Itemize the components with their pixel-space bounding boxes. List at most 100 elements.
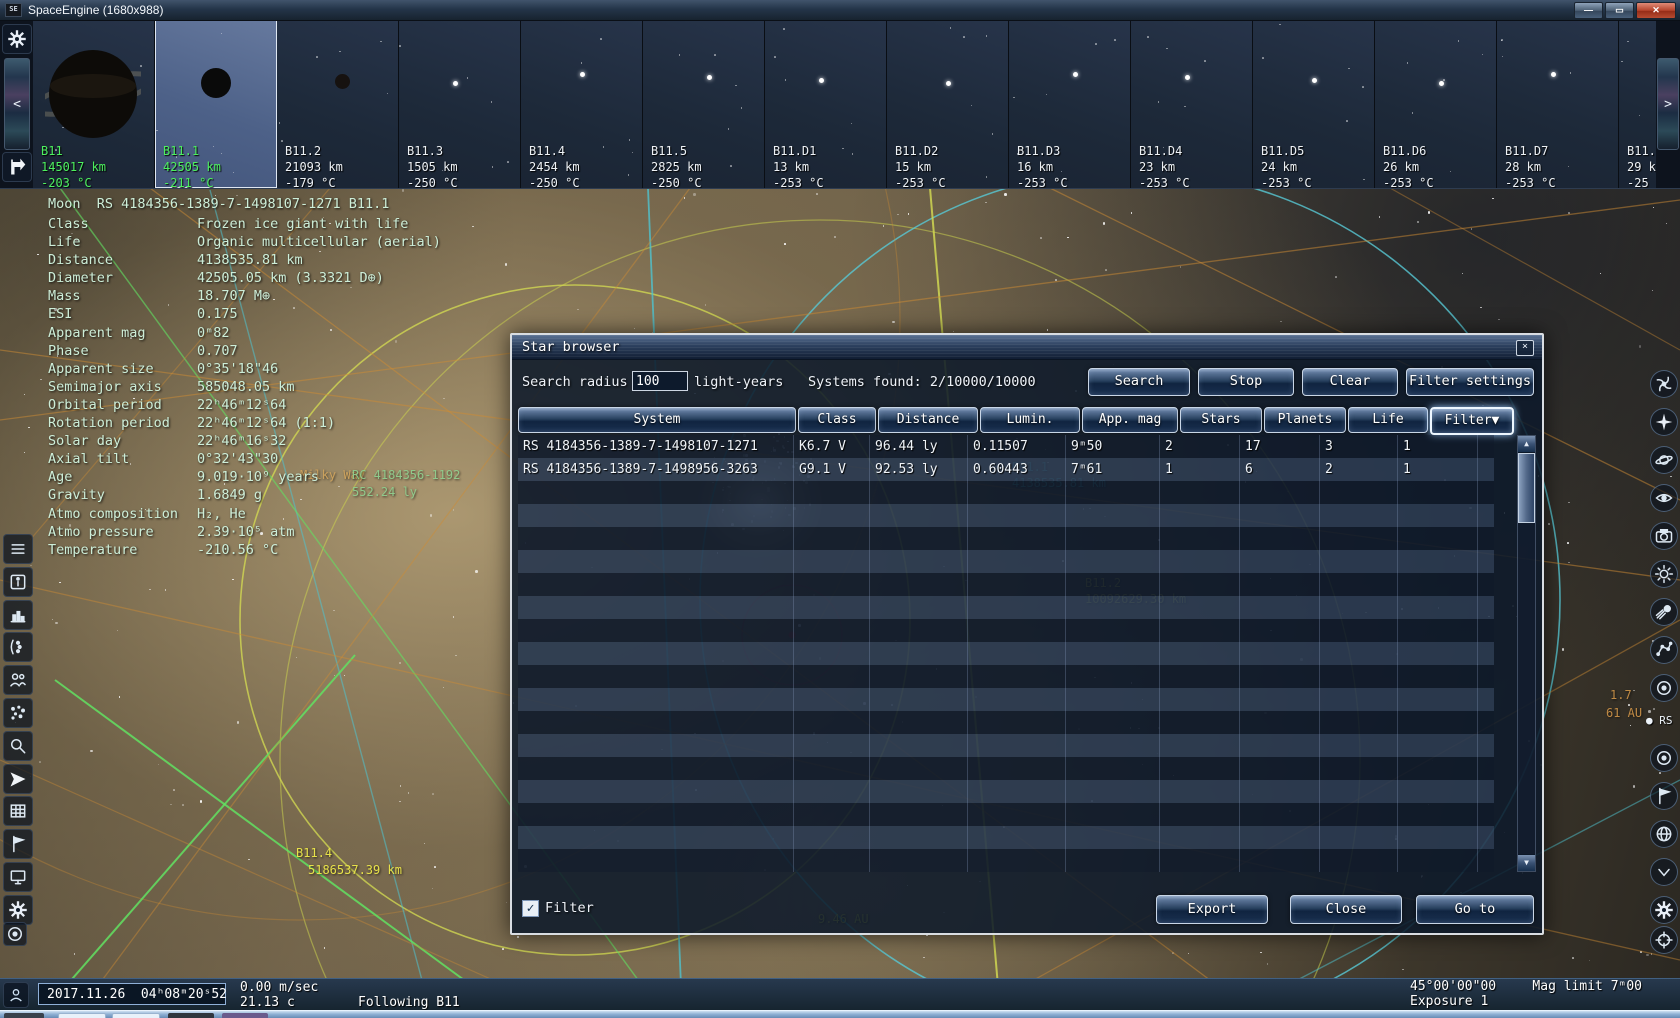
table-row-empty[interactable] [518, 665, 1494, 688]
windows-taskbar[interactable] [0, 1010, 1680, 1018]
search-radius-input[interactable] [632, 371, 688, 391]
globe-button[interactable] [1650, 820, 1678, 848]
minimize-button[interactable]: — [1574, 2, 1603, 19]
stop-button[interactable]: Stop [1198, 368, 1294, 396]
carousel-tile-B11.D7[interactable]: B11.D7 28 km -253 °C [1497, 20, 1619, 188]
flag-button[interactable] [1650, 782, 1678, 810]
table-button[interactable] [3, 796, 33, 826]
close-button[interactable]: ✕ [1636, 2, 1676, 19]
column-header-class[interactable]: Class [798, 407, 876, 433]
table-row-empty[interactable] [518, 619, 1494, 642]
sun-button[interactable] [1650, 560, 1678, 588]
taskbar-item[interactable] [222, 1013, 268, 1018]
table-row-empty[interactable] [518, 757, 1494, 780]
column-header-lumin[interactable]: Lumin. [980, 407, 1080, 433]
table-row-empty[interactable] [518, 504, 1494, 527]
info-button[interactable] [3, 567, 33, 597]
saturn-button[interactable] [1650, 446, 1678, 474]
taskbar-item[interactable] [112, 1013, 160, 1018]
table-row-empty[interactable] [518, 803, 1494, 826]
circledot-button[interactable] [1650, 674, 1678, 702]
filter-settings-button[interactable]: Filter settings [1406, 368, 1534, 396]
carousel-tile-B11.D1[interactable]: B11.D1 13 km -253 °C [765, 20, 887, 188]
search-button[interactable] [3, 731, 33, 761]
table-row-empty[interactable] [518, 573, 1494, 596]
galaxy-button[interactable] [1650, 370, 1678, 398]
carousel-tile-B11.D5[interactable]: B11.D5 24 km -253 °C [1253, 20, 1375, 188]
star4-button[interactable] [1650, 408, 1678, 436]
table-row-system[interactable]: RS 4184356-1389-7-1498107-1271 K6.7 V 96.4… [518, 435, 1494, 458]
datetime-field[interactable]: 2017.11.26 04ʰ08ᵐ20ˢ52 [38, 983, 226, 1005]
carousel-tile-B11.2[interactable]: B11.2 21093 km -179 °C [277, 20, 399, 188]
gear-button[interactable] [3, 895, 33, 925]
carousel-tile-B11.1[interactable]: B11.1 42505 km -211 °C [155, 20, 277, 188]
taskbar-item[interactable] [168, 1013, 214, 1018]
crosshair-button[interactable] [1650, 926, 1678, 954]
table-row-empty[interactable] [518, 734, 1494, 757]
export-button[interactable]: Export [1156, 895, 1268, 924]
people-button[interactable] [3, 665, 33, 695]
column-header-appmag[interactable]: App. mag [1082, 407, 1178, 433]
maximize-button[interactable]: ▭ [1605, 2, 1634, 19]
table-row-system[interactable]: RS 4184356-1389-7-1498956-3263 G9.1 V 92.5… [518, 458, 1494, 481]
chart-button[interactable] [3, 600, 33, 630]
constellation-button[interactable] [1650, 636, 1678, 664]
table-row-empty[interactable] [518, 481, 1494, 504]
comet-button[interactable] [1650, 598, 1678, 626]
eye-button[interactable] [1650, 484, 1678, 512]
go-to-button[interactable]: Go to [1416, 895, 1534, 924]
table-row-empty[interactable] [518, 711, 1494, 734]
center-selection-button[interactable] [3, 922, 27, 946]
carousel-tile-B11.5[interactable]: B11.5 2825 km -250 °C [643, 20, 765, 188]
clear-button[interactable]: Clear [1302, 368, 1398, 396]
rocket-button[interactable] [3, 764, 33, 794]
carousel-prev-button[interactable]: < [4, 58, 30, 150]
orbit-button[interactable] [3, 632, 33, 662]
rs-stars-toggle[interactable]: ● RS [1646, 714, 1673, 727]
table-row-empty[interactable] [518, 849, 1494, 872]
table-row-empty[interactable] [518, 780, 1494, 803]
carousel-tile-B11.D4[interactable]: B11.D4 23 km -253 °C [1131, 20, 1253, 188]
start-button[interactable] [4, 1013, 44, 1018]
column-header-distance[interactable]: Distance [878, 407, 978, 433]
camera-button[interactable] [1650, 522, 1678, 550]
carousel-tile-B11.4[interactable]: B11.4 2454 km -250 °C [521, 20, 643, 188]
column-header-life[interactable]: Life [1348, 407, 1428, 433]
taskbar-item[interactable] [58, 1013, 106, 1018]
table-scrollbar[interactable]: ▲ ▼ [1517, 435, 1536, 872]
search-button[interactable]: Search [1088, 368, 1190, 396]
dialog-close-icon[interactable]: × [1516, 340, 1534, 356]
table-row-empty[interactable] [518, 550, 1494, 573]
column-header-filter[interactable]: Filter▼ [1430, 407, 1514, 435]
scroll-down-icon[interactable]: ▼ [1518, 854, 1535, 871]
filter-checkbox[interactable]: ✓ [522, 900, 539, 917]
carousel-tile-B11.D3[interactable]: B11.D3 16 km -253 °C [1009, 20, 1131, 188]
display-button[interactable] [3, 862, 33, 892]
table-row-empty[interactable] [518, 527, 1494, 550]
user-icon[interactable] [3, 982, 29, 1008]
flag-button[interactable] [3, 829, 33, 859]
menu-button[interactable] [3, 534, 33, 564]
scroll-up-icon[interactable]: ▲ [1518, 436, 1535, 453]
gear-button[interactable] [1650, 896, 1678, 924]
carousel-tile-B11.D6[interactable]: B11.D6 26 km -253 °C [1375, 20, 1497, 188]
window-titlebar[interactable]: SE SpaceEngine (1680x988) — ▭ ✕ [0, 0, 1680, 21]
back-undo-button[interactable] [2, 152, 32, 182]
dialog-titlebar[interactable]: Star browser × [512, 335, 1542, 360]
table-row-empty[interactable] [518, 688, 1494, 711]
table-row-empty[interactable] [518, 596, 1494, 619]
column-header-stars[interactable]: Stars [1180, 407, 1262, 433]
carousel-tile-B11[interactable]: B11 145017 km -203 °C [33, 20, 155, 188]
stars-button[interactable] [3, 698, 33, 728]
carousel-tile-B11.D2[interactable]: B11.D2 15 km -253 °C [887, 20, 1009, 188]
circledot-button[interactable] [1650, 744, 1678, 772]
arrowdown-button[interactable] [1650, 858, 1678, 886]
table-row-empty[interactable] [518, 642, 1494, 665]
carousel-tile-B11.3[interactable]: B11.3 1505 km -250 °C [399, 20, 521, 188]
column-header-system[interactable]: System [518, 407, 796, 433]
scrollbar-thumb[interactable] [1518, 453, 1535, 523]
table-row-empty[interactable] [518, 826, 1494, 849]
settings-gear-button[interactable] [2, 24, 32, 54]
close-dialog-button[interactable]: Close [1290, 895, 1402, 924]
column-header-planets[interactable]: Planets [1264, 407, 1346, 433]
